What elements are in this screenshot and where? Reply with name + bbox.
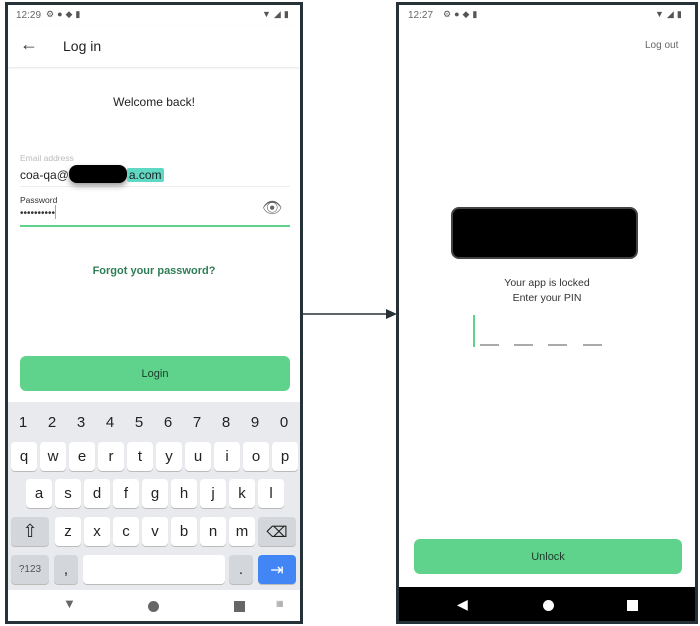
key-u[interactable]: u	[185, 442, 211, 471]
enter-key[interactable]: ⇥	[258, 555, 296, 584]
key-q[interactable]: q	[11, 442, 37, 471]
status-time: 12:29	[16, 10, 42, 21]
backspace-key[interactable]: ⌫	[258, 517, 296, 546]
key-g[interactable]: g	[142, 479, 168, 508]
nav-back-icon[interactable]: ▼	[63, 596, 76, 611]
number-key-4[interactable]: 4	[100, 414, 120, 431]
number-key-5[interactable]: 5	[129, 414, 149, 431]
password-label: Password	[20, 195, 58, 205]
login-phone-screen: 12:29 ⚙●◆▮ ▼◢▮ ← Log in Welcome back! Em…	[5, 2, 303, 624]
email-field[interactable]: coa-qa@ a.com	[20, 165, 290, 187]
status-notification-icons: ⚙●◆▮	[46, 9, 84, 19]
pin-digit-slot[interactable]	[480, 344, 499, 346]
lock-message: Your app is locked Enter your PIN	[399, 276, 695, 306]
key-i[interactable]: i	[214, 442, 240, 471]
key-o[interactable]: o	[243, 442, 269, 471]
page-title: Log in	[63, 38, 102, 54]
key-e[interactable]: e	[69, 442, 95, 471]
redaction-block	[68, 165, 127, 183]
number-key-9[interactable]: 9	[245, 414, 265, 431]
key-k[interactable]: k	[229, 479, 255, 508]
login-button[interactable]: Login	[20, 356, 290, 391]
unlock-button[interactable]: Unlock	[414, 539, 682, 574]
flow-arrow	[302, 309, 397, 319]
key-a[interactable]: a	[26, 479, 52, 508]
eye-icon[interactable]: 👁	[262, 198, 282, 218]
status-time: 12:27	[408, 10, 434, 21]
logout-button[interactable]: Log out	[645, 40, 678, 51]
nav-home-icon[interactable]	[148, 601, 159, 612]
number-key-2[interactable]: 2	[42, 414, 62, 431]
app-header: ← Log in	[8, 25, 300, 67]
number-key-7[interactable]: 7	[187, 414, 207, 431]
key-c[interactable]: c	[113, 517, 139, 546]
back-arrow-icon[interactable]: ←	[20, 34, 38, 55]
key-s[interactable]: s	[55, 479, 81, 508]
symbols-key[interactable]: ?123	[11, 555, 49, 584]
number-key-6[interactable]: 6	[158, 414, 178, 431]
number-key-8[interactable]: 8	[216, 414, 236, 431]
key-t[interactable]: t	[127, 442, 153, 471]
status-signal-battery-icons: ▼◢▮	[262, 9, 292, 19]
pin-prompt: Enter your PIN	[512, 292, 582, 304]
key-n[interactable]: n	[200, 517, 226, 546]
pin-digit-slot[interactable]	[514, 344, 533, 346]
email-value-prefix: coa-qa@	[20, 168, 69, 182]
redacted-logo	[451, 207, 638, 259]
key-p[interactable]: p	[272, 442, 298, 471]
pin-digit-slot[interactable]	[583, 344, 602, 346]
nav-bar: ▼ ▦	[8, 590, 300, 621]
shift-key[interactable]: ⇧	[11, 517, 49, 546]
password-field[interactable]: ••••••••••	[20, 205, 290, 227]
key-r[interactable]: r	[98, 442, 124, 471]
key-y[interactable]: y	[156, 442, 182, 471]
email-label: Email address	[20, 153, 74, 163]
key-j[interactable]: j	[200, 479, 226, 508]
pin-cursor	[473, 315, 475, 347]
number-key-1[interactable]: 1	[13, 414, 33, 431]
period-key[interactable]: .	[229, 555, 253, 584]
forgot-password-link[interactable]: Forgot your password?	[8, 265, 300, 277]
text-cursor	[55, 205, 57, 219]
space-key[interactable]	[83, 555, 225, 584]
number-key-0[interactable]: 0	[274, 414, 294, 431]
nav-recents-icon[interactable]	[627, 600, 638, 611]
key-l[interactable]: l	[258, 479, 284, 508]
key-d[interactable]: d	[84, 479, 110, 508]
password-value: ••••••••••	[20, 208, 56, 219]
nav-recents-icon[interactable]	[234, 601, 245, 612]
status-notification-icons: ⚙●◆▮	[443, 9, 481, 19]
key-w[interactable]: w	[40, 442, 66, 471]
key-v[interactable]: v	[142, 517, 168, 546]
lock-phone-screen: 12:27 ⚙●◆▮ ▼◢▮ Log out Your app is locke…	[396, 2, 698, 624]
key-z[interactable]: z	[55, 517, 81, 546]
pin-digit-slot[interactable]	[548, 344, 567, 346]
key-m[interactable]: m	[229, 517, 255, 546]
comma-key[interactable]: ,	[54, 555, 78, 584]
status-signal-battery-icons: ▼◢▮	[655, 9, 685, 19]
key-b[interactable]: b	[171, 517, 197, 546]
key-h[interactable]: h	[171, 479, 197, 508]
nav-home-icon[interactable]	[543, 600, 554, 611]
welcome-text: Welcome back!	[113, 95, 195, 109]
locked-text: Your app is locked	[504, 277, 590, 289]
number-key-3[interactable]: 3	[71, 414, 91, 431]
keyboard: 1234567890 qwertyuiop asdfghjkl zxcvbnm ⇧ ⌫…	[8, 402, 300, 590]
keyboard-switch-icon[interactable]: ▦	[276, 599, 284, 608]
key-x[interactable]: x	[84, 517, 110, 546]
nav-bar: ◀	[399, 587, 695, 621]
nav-back-icon[interactable]: ◀	[457, 596, 468, 613]
email-value-suffix: a.com	[126, 168, 164, 182]
key-f[interactable]: f	[113, 479, 139, 508]
